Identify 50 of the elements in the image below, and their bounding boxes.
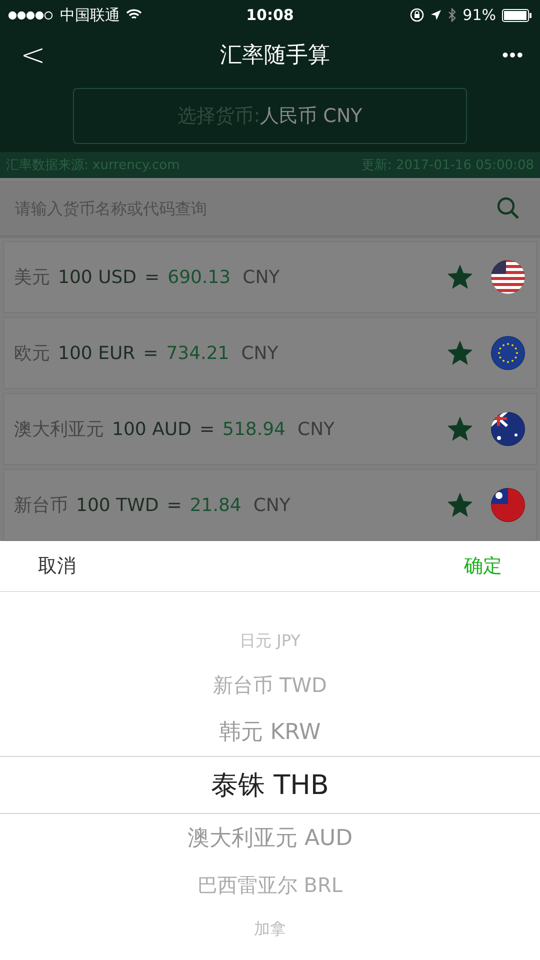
rate-value: 518.94 [222, 418, 286, 440]
battery-percent: 91% [462, 6, 496, 24]
currency-name: 新台币 [14, 494, 68, 518]
rate-unit: CNY [242, 266, 280, 288]
picker-option[interactable]: 澳大利亚元 AUD [187, 823, 353, 854]
star-icon[interactable] [448, 341, 472, 366]
rotation-lock-icon [410, 8, 424, 22]
star-icon[interactable] [448, 417, 472, 442]
picker-option[interactable]: 新台币 TWD [213, 672, 327, 699]
rate-card[interactable]: 澳大利亚元 100 AUD = 518.94 CNY [3, 393, 537, 466]
star-icon[interactable] [448, 265, 472, 290]
currency-name: 澳大利亚元 [14, 418, 104, 442]
picker-option[interactable]: 巴西雷亚尔 BRL [197, 872, 343, 899]
currency-amount: 100 AUD [112, 418, 192, 440]
equals-sign: = [166, 494, 182, 516]
back-button[interactable]: < [18, 38, 48, 72]
wifi-icon [126, 9, 142, 21]
bluetooth-icon [448, 8, 457, 22]
location-arrow-icon [430, 9, 442, 21]
picker-option[interactable]: 韩元 KRW [219, 717, 321, 748]
search-icon[interactable] [496, 196, 520, 220]
rate-value: 690.13 [168, 266, 231, 288]
currency-amount: 100 USD [58, 266, 137, 288]
clock-time: 10:08 [246, 6, 294, 24]
signal-icon [8, 10, 54, 20]
confirm-button[interactable]: 确定 [464, 553, 502, 580]
battery-icon [502, 8, 532, 22]
currency-amount: 100 TWD [76, 494, 159, 516]
rate-value: 734.21 [166, 342, 230, 364]
carrier-name: 中国联通 [60, 6, 120, 24]
star-icon[interactable] [448, 493, 472, 518]
rate-card[interactable]: 欧元 100 EUR = 734.21 CNY [3, 317, 537, 390]
picker-option[interactable]: 加拿 [254, 918, 286, 940]
cancel-button[interactable]: 取消 [38, 553, 76, 580]
rate-unit: CNY [298, 418, 335, 440]
currency-name: 欧元 [14, 342, 50, 366]
rate-unit: CNY [253, 494, 290, 516]
rate-card[interactable]: 美元 100 USD = 690.13 CNY [3, 241, 537, 314]
more-button[interactable]: ••• [502, 44, 524, 66]
equals-sign: = [199, 418, 215, 440]
currency-name: 美元 [14, 266, 50, 290]
rate-value: 21.84 [190, 494, 242, 516]
picker-option[interactable]: 泰铢 THB [211, 767, 329, 804]
rate-unit: CNY [241, 342, 278, 364]
equals-sign: = [144, 266, 160, 288]
picker-option[interactable]: 日元 JPY [240, 630, 300, 652]
page-title: 汇率随手算 [220, 42, 330, 70]
rate-card[interactable]: 新台币 100 TWD = 21.84 CNY [3, 469, 537, 542]
currency-amount: 100 EUR [58, 342, 136, 364]
equals-sign: = [143, 342, 158, 364]
